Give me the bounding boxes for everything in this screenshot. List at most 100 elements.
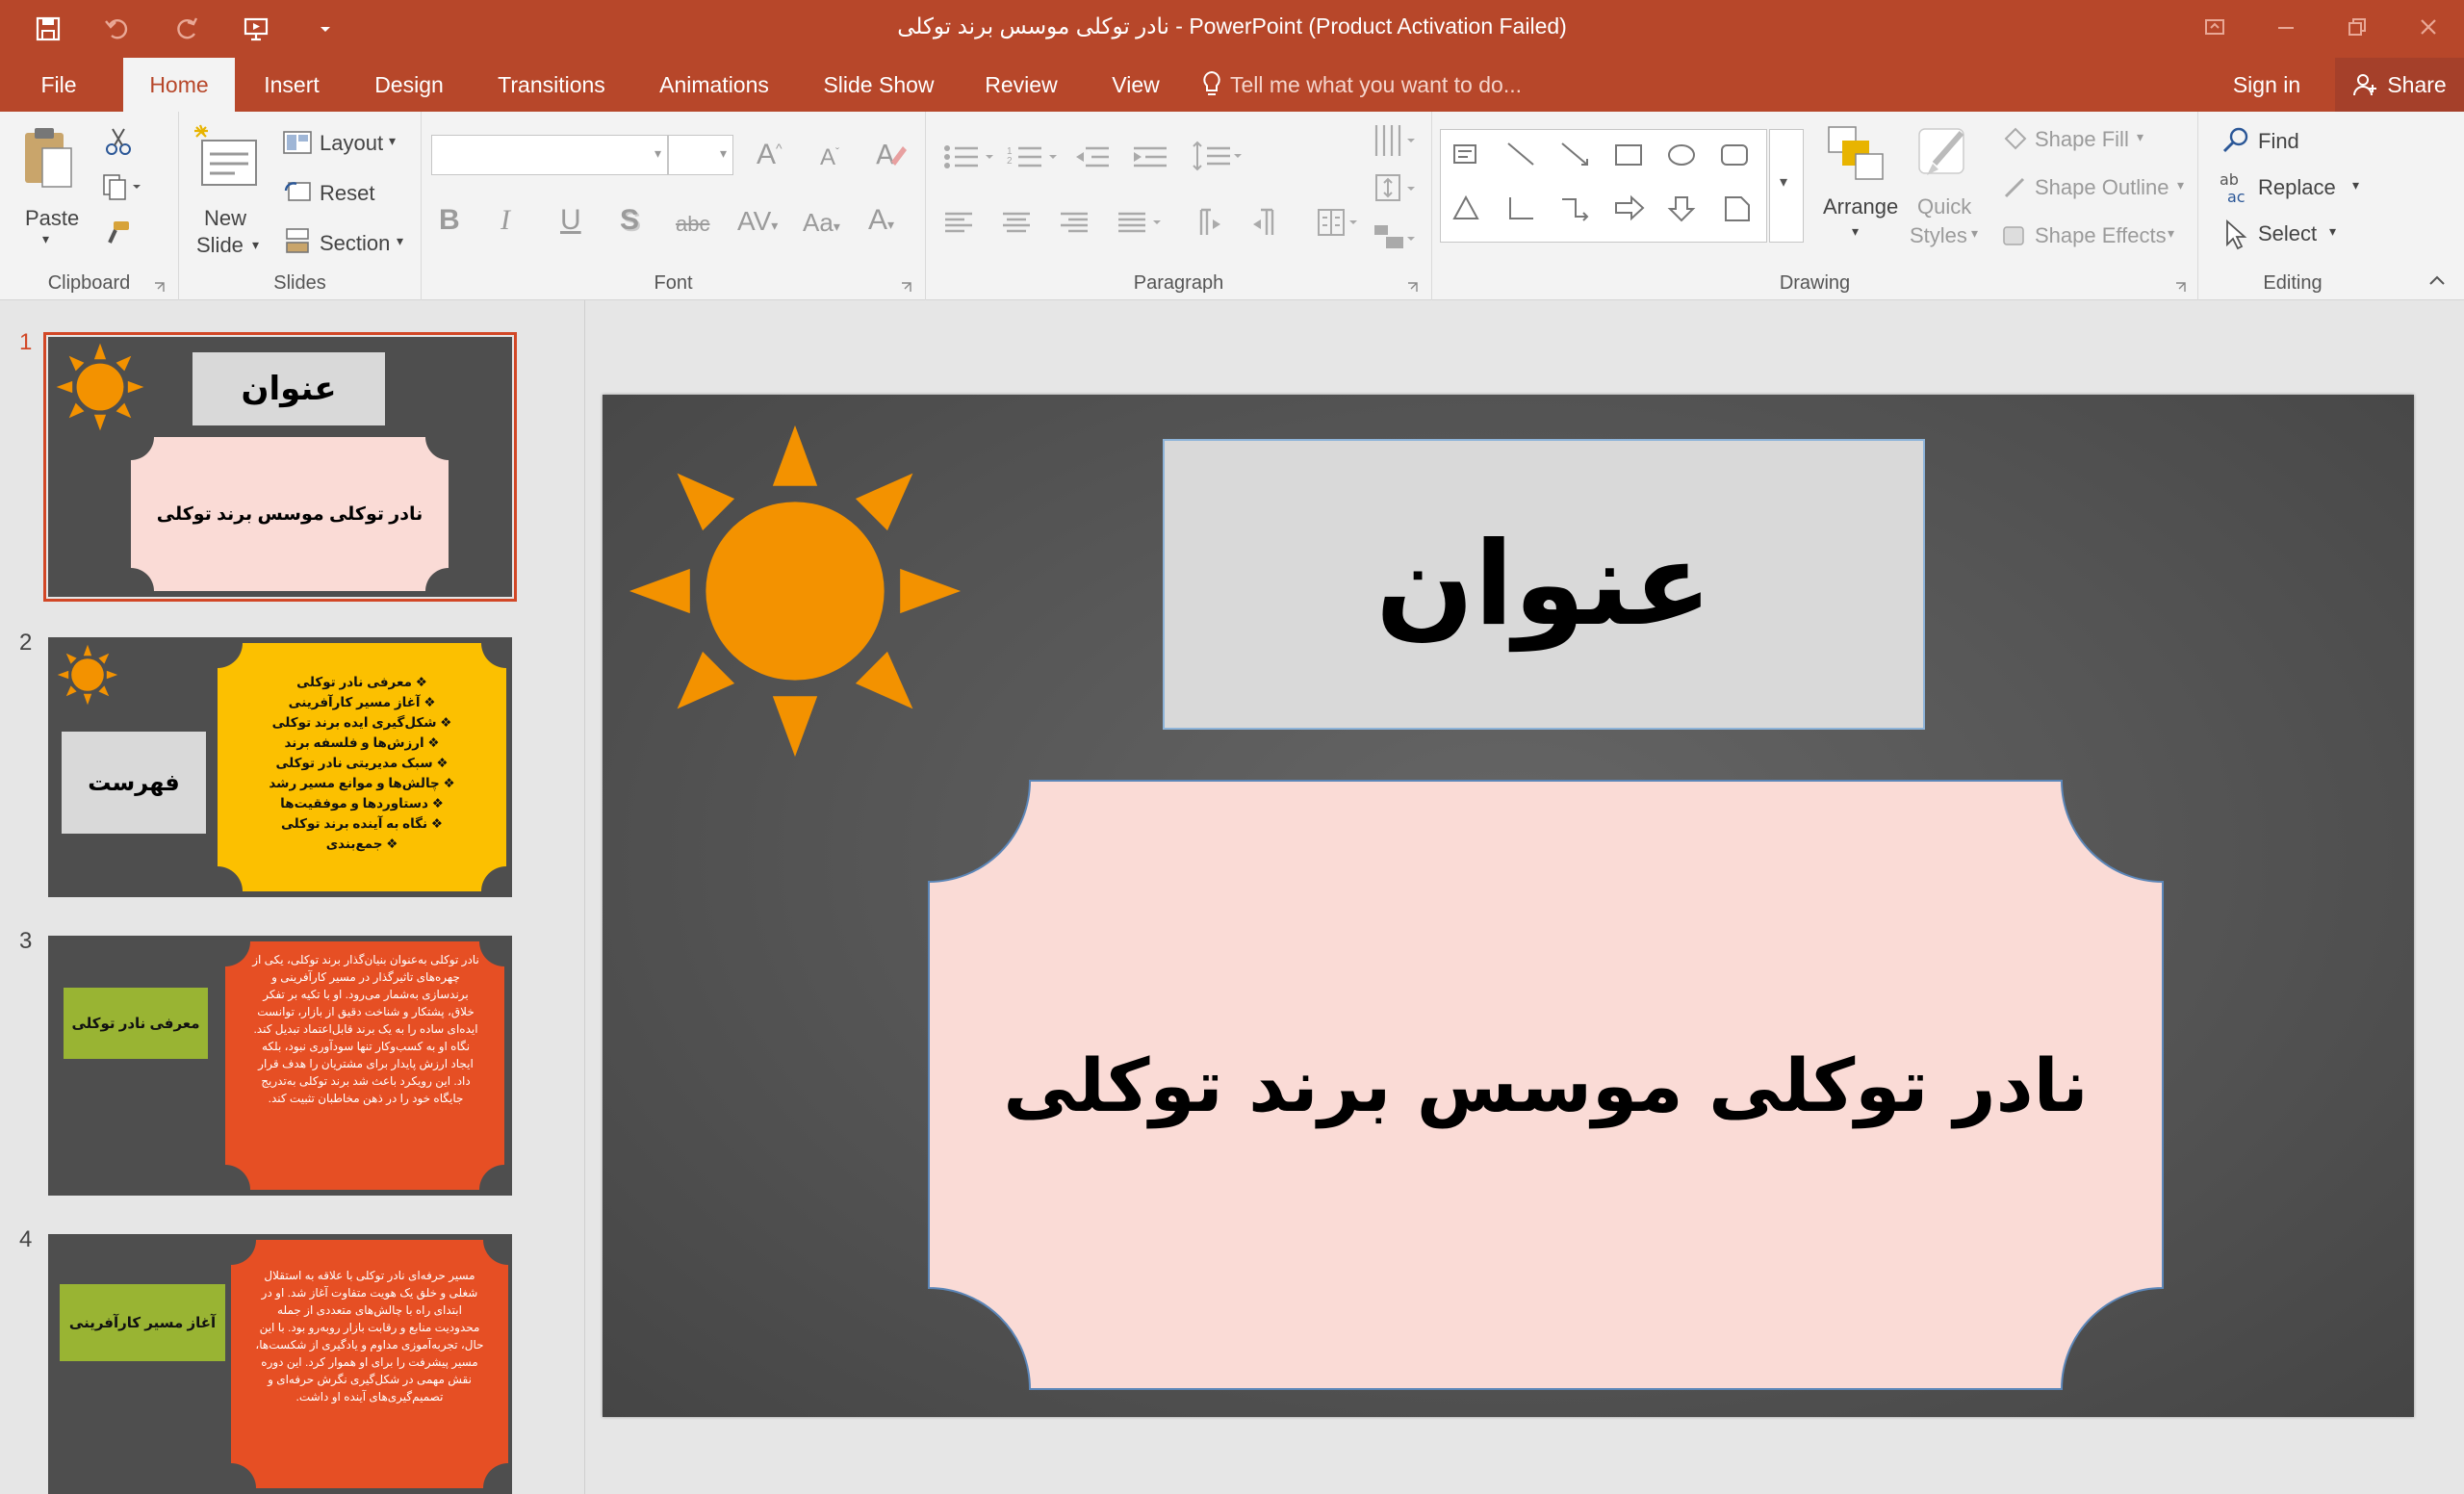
quick-styles-label-2[interactable]: Styles xyxy=(1910,223,1967,248)
thumb-2-item: ❖ نگاه به آینده برند توکلی xyxy=(281,816,443,831)
justify-icon[interactable] xyxy=(1116,210,1165,240)
shape-effects-button[interactable]: Shape Effects xyxy=(2035,223,2167,248)
slide-title-textbox[interactable]: عنوان xyxy=(1163,439,1925,730)
select-cursor-icon[interactable] xyxy=(2223,219,2248,255)
shrink-font-icon[interactable]: Aˇ xyxy=(820,144,839,171)
tab-slide-show[interactable]: Slide Show xyxy=(814,58,943,112)
section-button[interactable]: Section xyxy=(320,231,390,256)
reset-button[interactable]: Reset xyxy=(320,181,374,206)
shape-fill-button[interactable]: Shape Fill xyxy=(2035,127,2129,152)
paste-label[interactable]: Paste xyxy=(25,206,79,231)
title-bar: نادر توکلی موسس برند توکلی - PowerPoint … xyxy=(0,0,2464,58)
slide-thumbnail-4[interactable]: آغاز مسیر کارآفرینی مسیر حرفه‌ای نادر تو… xyxy=(48,1234,512,1494)
font-color-icon[interactable]: A▾ xyxy=(868,204,894,237)
font-size-combobox[interactable]: ▾ xyxy=(668,135,733,175)
slide-thumbnail-3[interactable]: معرفی نادر توکلی نادر توکلی به‌عنوان بنی… xyxy=(48,936,512,1196)
replace-button[interactable]: Replace xyxy=(2258,175,2336,200)
tab-transitions[interactable]: Transitions xyxy=(489,58,614,112)
ribbon-display-icon[interactable] xyxy=(2179,0,2250,54)
paste-icon[interactable] xyxy=(21,125,75,197)
smartart-icon[interactable] xyxy=(1373,219,1419,257)
text-shadow-icon[interactable]: S xyxy=(620,204,639,237)
tab-view[interactable]: View xyxy=(1097,58,1174,112)
thumb-2-item: ❖ ارزش‌ها و فلسفه برند xyxy=(284,735,440,750)
cut-icon[interactable] xyxy=(104,127,133,161)
rtl-direction-icon[interactable] xyxy=(1249,208,1282,242)
arrange-icon[interactable] xyxy=(1827,125,1885,188)
slide-thumbnail-2[interactable]: فهرست ❖ معرفی نادر توکلی ❖ آغاز مسیر کار… xyxy=(48,637,512,897)
align-left-icon[interactable] xyxy=(943,210,974,240)
tab-design[interactable]: Design xyxy=(362,58,456,112)
paragraph-dialog-launcher-icon[interactable] xyxy=(1407,281,1419,298)
share-button[interactable]: Share xyxy=(2335,58,2464,112)
strikethrough-icon[interactable]: abc xyxy=(676,212,709,237)
format-painter-icon[interactable] xyxy=(102,219,133,253)
increase-indent-icon[interactable] xyxy=(1132,144,1168,174)
slide-number-2: 2 xyxy=(19,630,33,656)
reset-icon[interactable] xyxy=(283,179,312,209)
tab-review[interactable]: Review xyxy=(974,58,1068,112)
shape-fill-icon[interactable] xyxy=(2000,125,2029,159)
layout-button[interactable]: Layout xyxy=(320,131,383,156)
new-slide-icon[interactable] xyxy=(192,123,260,197)
shapes-more-button[interactable]: ▾ xyxy=(1769,129,1804,243)
text-direction-icon[interactable] xyxy=(1373,121,1419,165)
tab-insert[interactable]: Insert xyxy=(252,58,331,112)
change-case-icon[interactable]: Aa▾ xyxy=(803,208,840,238)
group-slides: New Slide ▾ Layout ▾ Reset Section ▾ Sli… xyxy=(179,112,422,300)
align-right-icon[interactable] xyxy=(1059,210,1090,240)
slide-number-4: 4 xyxy=(19,1226,33,1252)
slide-thumbnail-1[interactable]: عنوان نادر توکلی موسس برند توکلی xyxy=(43,332,517,602)
ltr-direction-icon[interactable] xyxy=(1192,208,1224,242)
underline-icon[interactable]: U xyxy=(560,204,581,237)
bullets-icon[interactable] xyxy=(943,144,997,174)
minimize-icon[interactable] xyxy=(2250,0,2322,54)
bold-icon[interactable]: B xyxy=(439,204,460,237)
grow-font-icon[interactable]: A^ xyxy=(757,139,783,171)
sun-icon[interactable] xyxy=(620,416,970,766)
shape-outline-icon[interactable] xyxy=(2000,173,2029,207)
clear-formatting-icon[interactable]: A xyxy=(874,137,909,176)
new-slide-label-2[interactable]: Slide xyxy=(196,233,244,258)
find-icon[interactable] xyxy=(2221,125,2250,159)
shape-outline-button[interactable]: Shape Outline xyxy=(2035,175,2169,200)
slide-thumbnails-panel[interactable]: 1 عنوان نادر توکلی موسس برند توکلی 2 فهر… xyxy=(0,300,585,1494)
quick-styles-icon[interactable] xyxy=(1913,125,1975,188)
slide-editor[interactable]: عنوان نادر توکلی موسس برند توکلی xyxy=(585,300,2464,1494)
align-center-icon[interactable] xyxy=(1001,210,1032,240)
columns-icon[interactable] xyxy=(1317,208,1365,242)
font-dialog-launcher-icon[interactable] xyxy=(901,281,912,298)
current-slide[interactable]: عنوان نادر توکلی موسس برند توکلی xyxy=(603,395,2414,1417)
decrease-indent-icon[interactable] xyxy=(1074,144,1111,174)
group-editing: Find ab ac Replace ▾ Select ▾ Editing xyxy=(2198,112,2387,300)
tab-file[interactable]: File xyxy=(0,58,117,112)
close-icon[interactable] xyxy=(2393,0,2464,54)
replace-icon[interactable]: ab ac xyxy=(2218,170,2256,209)
sun-icon xyxy=(56,343,144,431)
slide-subtitle-textbox[interactable]: نادر توکلی موسس برند توکلی xyxy=(928,780,2164,1390)
sign-in-link[interactable]: Sign in xyxy=(2221,58,2312,112)
numbering-icon[interactable]: 12 xyxy=(1007,144,1061,174)
tab-animations[interactable]: Animations xyxy=(647,58,782,112)
drawing-dialog-launcher-icon[interactable] xyxy=(2175,281,2187,298)
restore-icon[interactable] xyxy=(2322,0,2393,54)
copy-icon[interactable] xyxy=(102,173,141,205)
italic-icon[interactable]: I xyxy=(500,204,510,237)
quick-styles-label-1[interactable]: Quick xyxy=(1917,194,1971,219)
tab-home[interactable]: Home xyxy=(123,58,235,112)
arrange-label[interactable]: Arrange xyxy=(1823,194,1898,219)
select-button[interactable]: Select xyxy=(2258,221,2317,246)
section-icon[interactable] xyxy=(283,227,312,259)
new-slide-label-1[interactable]: New xyxy=(204,206,246,231)
line-spacing-icon[interactable] xyxy=(1192,141,1245,176)
find-button[interactable]: Find xyxy=(2258,129,2299,154)
dialog-launcher-icon[interactable] xyxy=(154,281,166,298)
shape-effects-icon[interactable] xyxy=(2000,221,2029,255)
shapes-gallery[interactable] xyxy=(1440,129,1767,243)
align-text-icon[interactable] xyxy=(1373,171,1419,209)
tell-me-search[interactable]: Tell me what you want to do... xyxy=(1230,58,1538,112)
layout-icon[interactable] xyxy=(283,131,312,159)
collapse-ribbon-icon[interactable] xyxy=(2427,273,2447,292)
character-spacing-icon[interactable]: AV▾ xyxy=(737,206,778,237)
font-family-combobox[interactable]: ▾ xyxy=(431,135,668,175)
